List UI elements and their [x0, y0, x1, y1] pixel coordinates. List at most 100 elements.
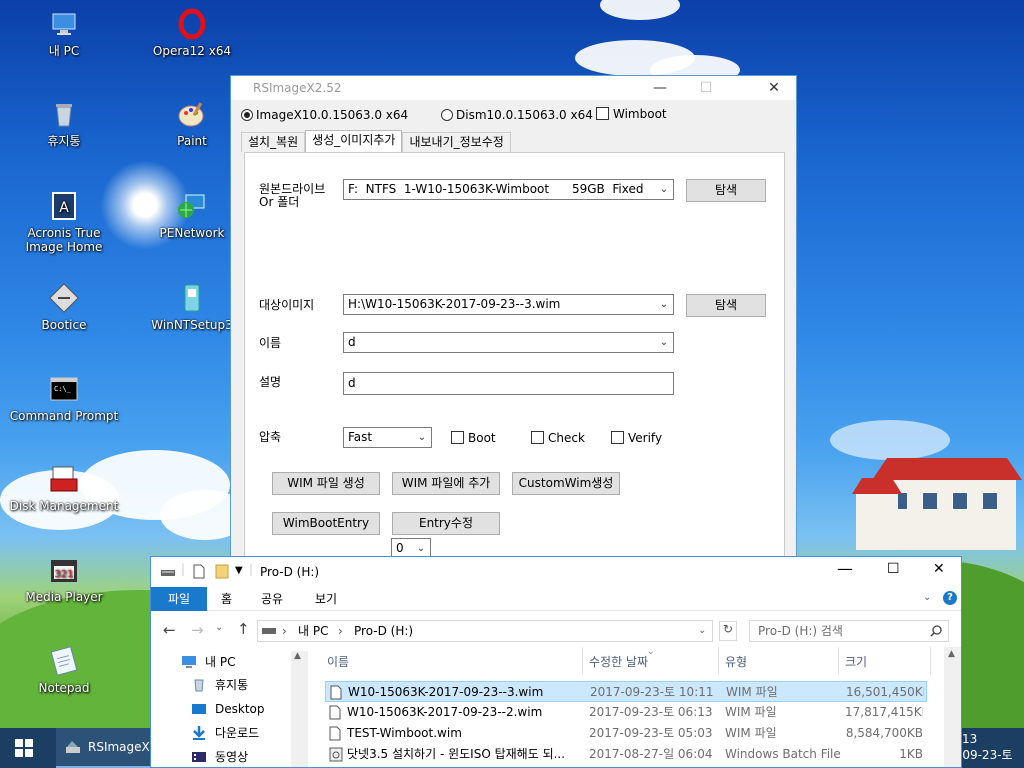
acronis-icon: A	[52, 192, 76, 220]
column-header-size[interactable]: 크기	[839, 647, 931, 675]
wimboot-entry-button[interactable]: WimBootEntry	[272, 512, 380, 535]
cmd-icon: C:\_	[50, 377, 78, 401]
file-row[interactable]: TEST-Wimboot.wim 2017-09-23-토 05:03 WIM …	[325, 723, 927, 744]
create-wim-button[interactable]: WIM 파일 생성	[272, 472, 380, 495]
nav-item-videos[interactable]: 동영상	[191, 746, 248, 767]
help-icon[interactable]: ?	[943, 591, 957, 605]
boot-checkbox[interactable]: Boot	[451, 431, 496, 445]
radio-dism[interactable]: Dism10.0.15063.0 x64	[441, 108, 593, 122]
desktop-icon-bootice[interactable]: Bootice	[9, 282, 119, 332]
ribbon-tab-view[interactable]: 보기	[303, 587, 349, 611]
nav-item-recycle-bin[interactable]: 휴지통	[191, 674, 248, 696]
breadcrumb-drive[interactable]: Pro-D (H:)	[354, 621, 413, 641]
clock-date: -09-23-토	[958, 748, 1013, 762]
check-checkbox[interactable]: Check	[531, 431, 585, 445]
append-wim-button[interactable]: WIM 파일에 추가	[392, 472, 500, 495]
minimize-button[interactable]: —	[637, 76, 683, 100]
address-dropdown-icon[interactable]: ⌄	[698, 621, 706, 641]
desktop-icon-my-pc[interactable]: 내 PC	[9, 8, 119, 58]
clock[interactable]: :13 -09-23-토	[958, 731, 1013, 763]
tab-export-info[interactable]: 내보내기_정보수정	[402, 132, 511, 152]
ribbon-tab-home[interactable]: 홈	[209, 587, 244, 611]
forward-arrow-icon[interactable]: →	[191, 621, 204, 639]
nav-item-my-pc[interactable]: 내 PC	[181, 651, 235, 673]
file-type: WIM 파일	[725, 726, 777, 740]
desktop-icon-opera[interactable]: Opera12 x64	[137, 8, 247, 58]
close-button[interactable]: ✕	[933, 561, 945, 577]
title-bar[interactable]: RSImageX2.52 — ☐ ✕	[231, 76, 796, 100]
new-folder-icon[interactable]	[215, 564, 229, 579]
explorer-title-bar[interactable]: | ▼ | Pro-D (H:) — ☐ ✕	[151, 557, 961, 587]
scroll-up-icon[interactable]: ▲	[294, 651, 301, 661]
description-label: 설명	[259, 375, 282, 389]
radio-imagex[interactable]: ImageX10.0.15063.0 x64	[241, 108, 408, 122]
desktop-icon-recycle-bin[interactable]: 휴지통	[9, 98, 119, 148]
close-button[interactable]: ✕	[751, 76, 797, 100]
browse-source-button[interactable]: 탐색	[686, 179, 766, 202]
ribbon-tab-share[interactable]: 공유	[249, 587, 295, 611]
browse-target-button[interactable]: 탐색	[686, 294, 766, 317]
file-row[interactable]: W10-15063K-2017-09-23--3.wim 2017-09-23-…	[325, 681, 927, 702]
ribbon-tab-file[interactable]: 파일	[151, 587, 207, 611]
address-bar[interactable]: › 내 PC › Pro-D (H:) ⌄	[257, 620, 713, 642]
taskbar-app-rsimagex[interactable]: RSImageX2	[56, 728, 152, 768]
desktop-icon-acronis[interactable]: A Acronis True Image Home	[9, 190, 119, 254]
maximize-button[interactable]: ☐	[887, 561, 900, 577]
nav-item-desktop[interactable]: Desktop	[191, 698, 265, 720]
wimboot-checkbox[interactable]: Wimboot	[596, 107, 667, 121]
cloud	[600, 0, 680, 20]
file-list: 이름 수정한 날짜 ⌄ 유형 크기 W10-15063K-2017-09-23-…	[321, 647, 931, 767]
up-arrow-icon[interactable]: ↑	[237, 620, 250, 638]
desktop-icon-notepad[interactable]: Notepad	[9, 645, 119, 695]
column-header-type[interactable]: 유형	[719, 647, 839, 675]
file-icon	[329, 726, 341, 741]
desktop-icon-cmd[interactable]: C:\_ Command Prompt	[9, 373, 119, 423]
desktop-icon-media-player[interactable]: 321 Media Player	[9, 554, 119, 604]
breadcrumb-my-pc[interactable]: 내 PC	[298, 621, 328, 641]
tab-create-add-image[interactable]: 생성_이미지추가	[305, 130, 403, 152]
maximize-button[interactable]: ☐	[683, 76, 729, 100]
file-list-scrollbar[interactable]: ▲	[944, 647, 961, 767]
nav-item-downloads[interactable]: 다운로드	[191, 722, 259, 744]
nav-scrollbar[interactable]: ▲	[291, 651, 308, 767]
properties-icon[interactable]	[193, 564, 205, 579]
tab-install-restore[interactable]: 설치_복원	[241, 132, 306, 152]
name-select[interactable]: d ⌄	[343, 332, 674, 353]
column-header-date[interactable]: 수정한 날짜 ⌄	[583, 647, 719, 675]
refresh-icon[interactable]: ↻	[719, 621, 737, 641]
minimize-button[interactable]: —	[837, 559, 853, 578]
compress-value: Fast	[348, 430, 373, 444]
back-arrow-icon[interactable]: ←	[163, 621, 176, 639]
column-header-name[interactable]: 이름	[321, 647, 583, 675]
notepad-icon	[50, 646, 78, 676]
batch-file-icon	[329, 747, 343, 762]
description-input[interactable]: d	[343, 372, 674, 395]
file-type: WIM 파일	[726, 685, 778, 699]
nav-item-label: Desktop	[215, 702, 265, 716]
verify-checkbox[interactable]: Verify	[611, 431, 662, 445]
source-drive-select[interactable]: F: NTFS 1-W10-15063K-Wimboot 59GB Fixed …	[343, 179, 674, 200]
file-name: 닷넷3.5 설치하기 - 윈도ISO 탑재해도 되...	[347, 747, 566, 761]
breadcrumb-separator-icon: ›	[282, 624, 287, 638]
file-date: 2017-09-23-토 05:03	[589, 726, 713, 740]
scroll-up-icon[interactable]: ▲	[948, 649, 955, 659]
file-row[interactable]: W10-15063K-2017-09-23--2.wim 2017-09-23-…	[325, 702, 927, 723]
radio-dism-label: Dism10.0.15063.0 x64	[456, 108, 593, 122]
quick-access-dropdown-icon[interactable]: ▼	[235, 565, 243, 576]
compress-select[interactable]: Fast ⌄	[343, 427, 432, 448]
radio-unselected-icon	[441, 109, 453, 121]
custom-wim-button[interactable]: CustomWim생성	[512, 472, 620, 495]
file-row[interactable]: 닷넷3.5 설치하기 - 윈도ISO 탑재해도 되... 2017-08-27-…	[325, 744, 927, 765]
desktop-icon-label: Opera12 x64	[152, 44, 232, 58]
desktop-icon-disk-management[interactable]: Disk Management	[9, 463, 119, 513]
chevron-down-icon: ⌄	[659, 337, 669, 348]
target-image-select[interactable]: H:\W10-15063K-2017-09-23--3.wim ⌄	[343, 294, 674, 315]
entry-edit-button[interactable]: Entry수정	[392, 512, 500, 535]
ribbon-expand-icon[interactable]: ⌄	[923, 592, 931, 603]
file-icon	[329, 705, 341, 720]
desktop-icon-label: 내 PC	[48, 44, 80, 58]
recent-locations-icon[interactable]: ⌄	[215, 622, 223, 633]
start-button[interactable]	[0, 728, 48, 768]
nav-item-label: 휴지통	[215, 678, 249, 692]
search-input[interactable]: Pro-D (H:) 검색	[749, 620, 949, 642]
